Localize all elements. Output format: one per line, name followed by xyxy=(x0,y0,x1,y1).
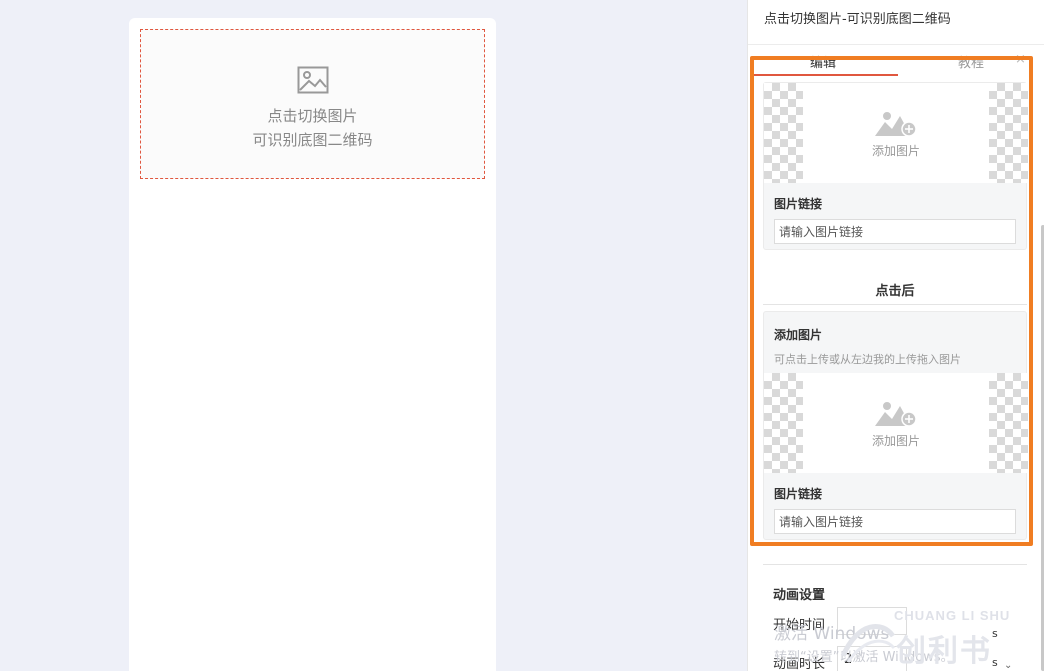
add-image-label: 添加图片 xyxy=(871,433,920,448)
image-link-input[interactable] xyxy=(774,509,1016,534)
design-canvas: 点击切换图片 可识别底图二维码 xyxy=(129,18,496,671)
divider xyxy=(763,564,1027,565)
preview-line-1: 点击切换图片 xyxy=(267,107,358,125)
transparent-bg-right xyxy=(989,83,1028,183)
add-image-icon xyxy=(875,111,917,137)
image-link-input[interactable] xyxy=(774,219,1016,244)
image-link-label: 图片链接 xyxy=(774,487,823,501)
active-tab-indicator xyxy=(752,74,898,76)
animation-settings-title: 动画设置 xyxy=(773,588,826,603)
properties-panel: 点击切换图片-可识别底图二维码 编辑 教程 × 添加图片 图片链接 点击后 xyxy=(747,0,1044,671)
upload-hint: 可点击上传或从左边我的上传拖入图片 xyxy=(774,353,961,366)
click-switch-image-component[interactable]: 点击切换图片 可识别底图二维码 xyxy=(140,29,485,179)
transparent-bg-right xyxy=(989,373,1028,473)
logo-swirl-icon xyxy=(840,623,896,663)
after-click-title: 点击后 xyxy=(875,284,915,299)
logo-chinese: 创利书 xyxy=(896,634,992,669)
transparent-bg-left xyxy=(764,373,803,473)
divider xyxy=(748,44,1044,45)
add-image-label: 添加图片 xyxy=(871,143,920,158)
tab-edit[interactable]: 编辑 xyxy=(810,52,836,71)
brand-logo-watermark: CHUANG LI SHU 创利书 xyxy=(838,606,1038,669)
image-upload-area[interactable]: 添加图片 xyxy=(764,83,1028,183)
transparent-bg-left xyxy=(764,83,803,183)
close-icon[interactable]: × xyxy=(1015,52,1026,67)
image-setting-card: 添加图片 图片链接 xyxy=(763,82,1028,250)
tab-tutorial[interactable]: 教程 xyxy=(958,52,984,71)
add-image-icon xyxy=(875,401,917,427)
divider xyxy=(763,304,1027,305)
image-icon xyxy=(297,66,328,94)
panel-title: 点击切换图片-可识别底图二维码 xyxy=(764,12,951,27)
image-upload-area[interactable]: 添加图片 xyxy=(764,373,1028,473)
after-click-image-card: 添加图片 可点击上传或从左边我的上传拖入图片 添加图片 图片链接 xyxy=(763,311,1028,540)
add-image-title: 添加图片 xyxy=(774,328,823,342)
image-link-label: 图片链接 xyxy=(774,197,823,211)
logo-english: CHUANG LI SHU xyxy=(894,608,1011,623)
preview-line-2: 可识别底图二维码 xyxy=(252,131,373,149)
